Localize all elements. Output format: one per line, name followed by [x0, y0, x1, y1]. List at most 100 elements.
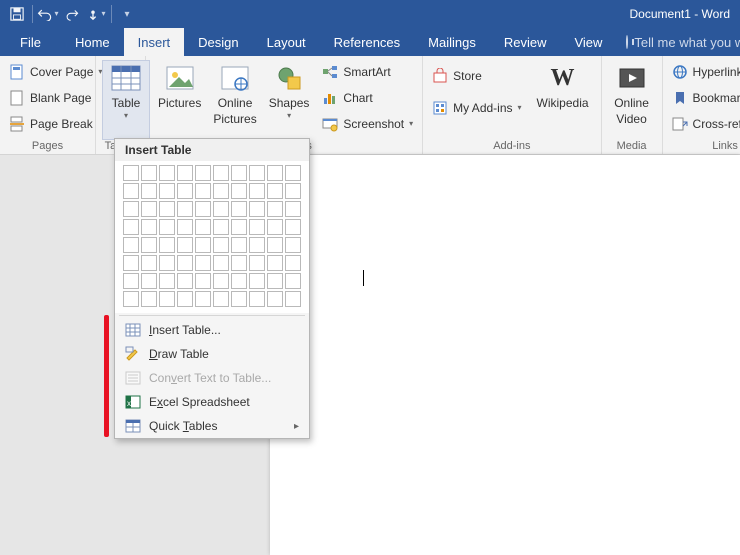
insert-table-grid[interactable]	[115, 161, 309, 313]
insert-grid-cell[interactable]	[195, 291, 211, 307]
insert-grid-cell[interactable]	[123, 237, 139, 253]
insert-grid-cell[interactable]	[159, 183, 175, 199]
insert-grid-cell[interactable]	[249, 273, 265, 289]
insert-grid-cell[interactable]	[123, 273, 139, 289]
insert-grid-cell[interactable]	[213, 291, 229, 307]
insert-grid-cell[interactable]	[249, 201, 265, 217]
insert-grid-cell[interactable]	[285, 219, 301, 235]
insert-grid-cell[interactable]	[195, 201, 211, 217]
insert-grid-cell[interactable]	[141, 201, 157, 217]
insert-grid-cell[interactable]	[231, 183, 247, 199]
tell-me-search[interactable]: Tell me what you wan	[616, 28, 740, 56]
tab-view[interactable]: View	[560, 28, 616, 56]
insert-grid-cell[interactable]	[159, 255, 175, 271]
insert-grid-cell[interactable]	[285, 273, 301, 289]
insert-grid-cell[interactable]	[159, 165, 175, 181]
tab-insert[interactable]: Insert	[124, 28, 185, 56]
tab-home[interactable]: Home	[61, 28, 124, 56]
insert-grid-cell[interactable]	[267, 291, 283, 307]
tab-references[interactable]: References	[320, 28, 414, 56]
cross-reference-button[interactable]: Cross-reference	[669, 114, 740, 134]
insert-grid-cell[interactable]	[159, 219, 175, 235]
redo-icon[interactable]	[61, 3, 83, 25]
insert-grid-cell[interactable]	[141, 255, 157, 271]
page-break-button[interactable]: Page Break	[6, 114, 105, 134]
insert-grid-cell[interactable]	[267, 237, 283, 253]
cover-page-button[interactable]: Cover Page ▾	[6, 62, 105, 82]
insert-grid-cell[interactable]	[159, 291, 175, 307]
insert-grid-cell[interactable]	[159, 237, 175, 253]
insert-grid-cell[interactable]	[141, 237, 157, 253]
insert-grid-cell[interactable]	[267, 219, 283, 235]
my-addins-button[interactable]: My Add-ins ▾	[429, 98, 524, 118]
tab-mailings[interactable]: Mailings	[414, 28, 490, 56]
insert-grid-cell[interactable]	[285, 255, 301, 271]
insert-grid-cell[interactable]	[267, 201, 283, 217]
insert-grid-cell[interactable]	[213, 219, 229, 235]
document-page[interactable]	[270, 155, 740, 555]
customize-qat-icon[interactable]: ▾	[116, 3, 138, 25]
touch-mode-icon[interactable]: ▾	[85, 3, 107, 25]
chart-button[interactable]: Chart	[319, 88, 416, 108]
insert-grid-cell[interactable]	[159, 273, 175, 289]
insert-grid-cell[interactable]	[177, 165, 193, 181]
insert-grid-cell[interactable]	[177, 291, 193, 307]
insert-grid-cell[interactable]	[285, 237, 301, 253]
insert-grid-cell[interactable]	[231, 273, 247, 289]
insert-grid-cell[interactable]	[141, 273, 157, 289]
insert-grid-cell[interactable]	[213, 255, 229, 271]
insert-grid-cell[interactable]	[123, 255, 139, 271]
insert-grid-cell[interactable]	[267, 165, 283, 181]
insert-table-menu-item[interactable]: Insert Table...	[115, 318, 309, 342]
insert-grid-cell[interactable]	[213, 183, 229, 199]
save-icon[interactable]	[6, 3, 28, 25]
tab-file[interactable]: File	[0, 28, 61, 56]
insert-grid-cell[interactable]	[249, 165, 265, 181]
insert-grid-cell[interactable]	[249, 183, 265, 199]
wikipedia-button[interactable]: W Wikipedia	[531, 60, 595, 140]
tab-review[interactable]: Review	[490, 28, 561, 56]
online-pictures-button[interactable]: Online Pictures	[207, 60, 262, 140]
insert-grid-cell[interactable]	[195, 183, 211, 199]
insert-grid-cell[interactable]	[213, 273, 229, 289]
insert-grid-cell[interactable]	[231, 201, 247, 217]
insert-grid-cell[interactable]	[267, 183, 283, 199]
insert-grid-cell[interactable]	[177, 201, 193, 217]
insert-grid-cell[interactable]	[285, 165, 301, 181]
screenshot-button[interactable]: Screenshot ▾	[319, 114, 416, 134]
insert-grid-cell[interactable]	[123, 219, 139, 235]
insert-grid-cell[interactable]	[267, 255, 283, 271]
insert-grid-cell[interactable]	[195, 165, 211, 181]
insert-grid-cell[interactable]	[123, 165, 139, 181]
insert-grid-cell[interactable]	[249, 255, 265, 271]
hyperlink-button[interactable]: Hyperlink	[669, 62, 740, 82]
insert-grid-cell[interactable]	[231, 165, 247, 181]
excel-spreadsheet-menu-item[interactable]: x Excel Spreadsheet	[115, 390, 309, 414]
insert-grid-cell[interactable]	[141, 183, 157, 199]
online-video-button[interactable]: Online Video	[608, 60, 656, 140]
insert-grid-cell[interactable]	[231, 237, 247, 253]
insert-grid-cell[interactable]	[195, 237, 211, 253]
insert-grid-cell[interactable]	[249, 237, 265, 253]
insert-grid-cell[interactable]	[177, 255, 193, 271]
insert-grid-cell[interactable]	[123, 201, 139, 217]
insert-grid-cell[interactable]	[195, 255, 211, 271]
draw-table-menu-item[interactable]: Draw Table	[115, 342, 309, 366]
insert-grid-cell[interactable]	[159, 201, 175, 217]
insert-grid-cell[interactable]	[195, 219, 211, 235]
insert-grid-cell[interactable]	[123, 183, 139, 199]
insert-grid-cell[interactable]	[213, 165, 229, 181]
insert-grid-cell[interactable]	[141, 219, 157, 235]
insert-grid-cell[interactable]	[141, 165, 157, 181]
undo-icon[interactable]: ▾	[37, 3, 59, 25]
insert-grid-cell[interactable]	[285, 291, 301, 307]
tab-design[interactable]: Design	[184, 28, 252, 56]
insert-grid-cell[interactable]	[249, 219, 265, 235]
insert-grid-cell[interactable]	[249, 291, 265, 307]
store-button[interactable]: Store	[429, 66, 524, 86]
insert-grid-cell[interactable]	[285, 183, 301, 199]
insert-grid-cell[interactable]	[177, 183, 193, 199]
insert-grid-cell[interactable]	[285, 201, 301, 217]
insert-grid-cell[interactable]	[123, 291, 139, 307]
insert-grid-cell[interactable]	[195, 273, 211, 289]
